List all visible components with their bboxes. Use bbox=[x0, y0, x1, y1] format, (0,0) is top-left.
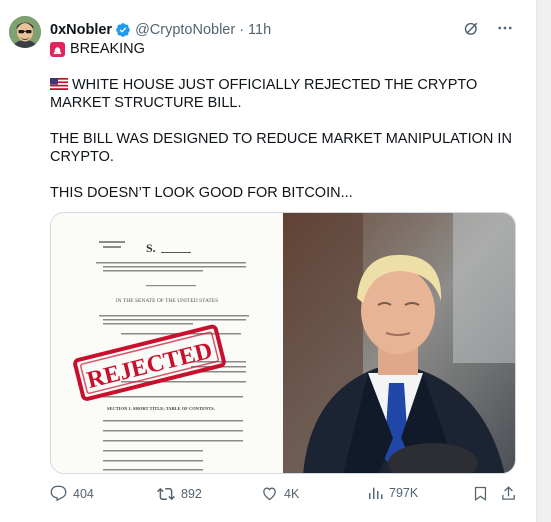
tweet-text: BREAKING WHITE HOUSE JUST OFFICIALLY REJ… bbox=[50, 40, 520, 202]
repost-icon bbox=[157, 487, 175, 501]
more-options-icon[interactable] bbox=[496, 19, 514, 42]
paragraph-1-text: WHITE HOUSE JUST OFFICIALLY REJECTED THE… bbox=[50, 77, 478, 111]
tweet-card[interactable]: 0xNobler @CryptoNobler · 11h BREAKING WH… bbox=[0, 0, 537, 522]
like-count: 4K bbox=[284, 486, 300, 501]
views-count: 797K bbox=[389, 486, 419, 500]
tweet-media[interactable]: S. IN THE SENATE OF THE UNITED STATES SE… bbox=[50, 212, 516, 474]
share-button[interactable] bbox=[500, 485, 517, 502]
paragraph-2: THE BILL WAS DESIGNED TO REDUCE MARKET M… bbox=[50, 131, 512, 165]
bookmark-icon bbox=[474, 486, 487, 501]
views-button[interactable]: 797K bbox=[367, 485, 418, 501]
user-handle[interactable]: @CryptoNobler bbox=[135, 22, 235, 38]
paragraph-1: WHITE HOUSE JUST OFFICIALLY REJECTED THE… bbox=[50, 76, 520, 112]
tweet-header: 0xNobler @CryptoNobler · 11h bbox=[50, 20, 271, 40]
siren-emoji-icon bbox=[50, 41, 65, 57]
grok-icon[interactable] bbox=[463, 20, 480, 42]
paragraph-3: THIS DOESN’T LOOK GOOD FOR BITCOIN... bbox=[50, 185, 353, 201]
breaking-label: BREAKING bbox=[70, 41, 145, 57]
like-button[interactable]: 4K bbox=[261, 485, 299, 502]
separator-dot: · bbox=[239, 22, 245, 38]
avatar[interactable] bbox=[9, 16, 41, 48]
us-flag-emoji-icon bbox=[50, 78, 68, 90]
header-actions bbox=[463, 19, 514, 42]
reply-button[interactable]: 404 bbox=[50, 485, 94, 502]
timestamp[interactable]: 11h bbox=[248, 22, 271, 38]
heart-icon bbox=[263, 487, 276, 501]
person-photo-image[interactable] bbox=[283, 213, 515, 473]
reply-count: 404 bbox=[73, 486, 94, 501]
repost-button[interactable]: 892 bbox=[157, 485, 202, 503]
action-bar: 404 892 4K 797K bbox=[50, 485, 520, 505]
share-icon bbox=[502, 486, 515, 500]
display-name[interactable]: 0xNobler bbox=[50, 22, 112, 38]
reply-icon bbox=[50, 485, 67, 502]
breaking-line: BREAKING bbox=[50, 40, 520, 58]
analytics-icon bbox=[369, 487, 383, 499]
senate-heading-text: IN THE SENATE OF THE UNITED STATES bbox=[116, 298, 218, 304]
section-heading-text: SECTION 1. SHORT TITLE; TABLE OF CONTENT… bbox=[107, 406, 215, 411]
rejected-stamp: REJECTED bbox=[73, 324, 226, 401]
bill-number-text: S. bbox=[146, 241, 156, 255]
bill-document-image[interactable]: S. IN THE SENATE OF THE UNITED STATES SE… bbox=[51, 213, 283, 473]
bookmark-button[interactable] bbox=[472, 485, 489, 502]
verified-badge-icon[interactable] bbox=[115, 22, 131, 38]
repost-count: 892 bbox=[181, 487, 202, 501]
stamp-text: REJECTED bbox=[84, 338, 215, 394]
